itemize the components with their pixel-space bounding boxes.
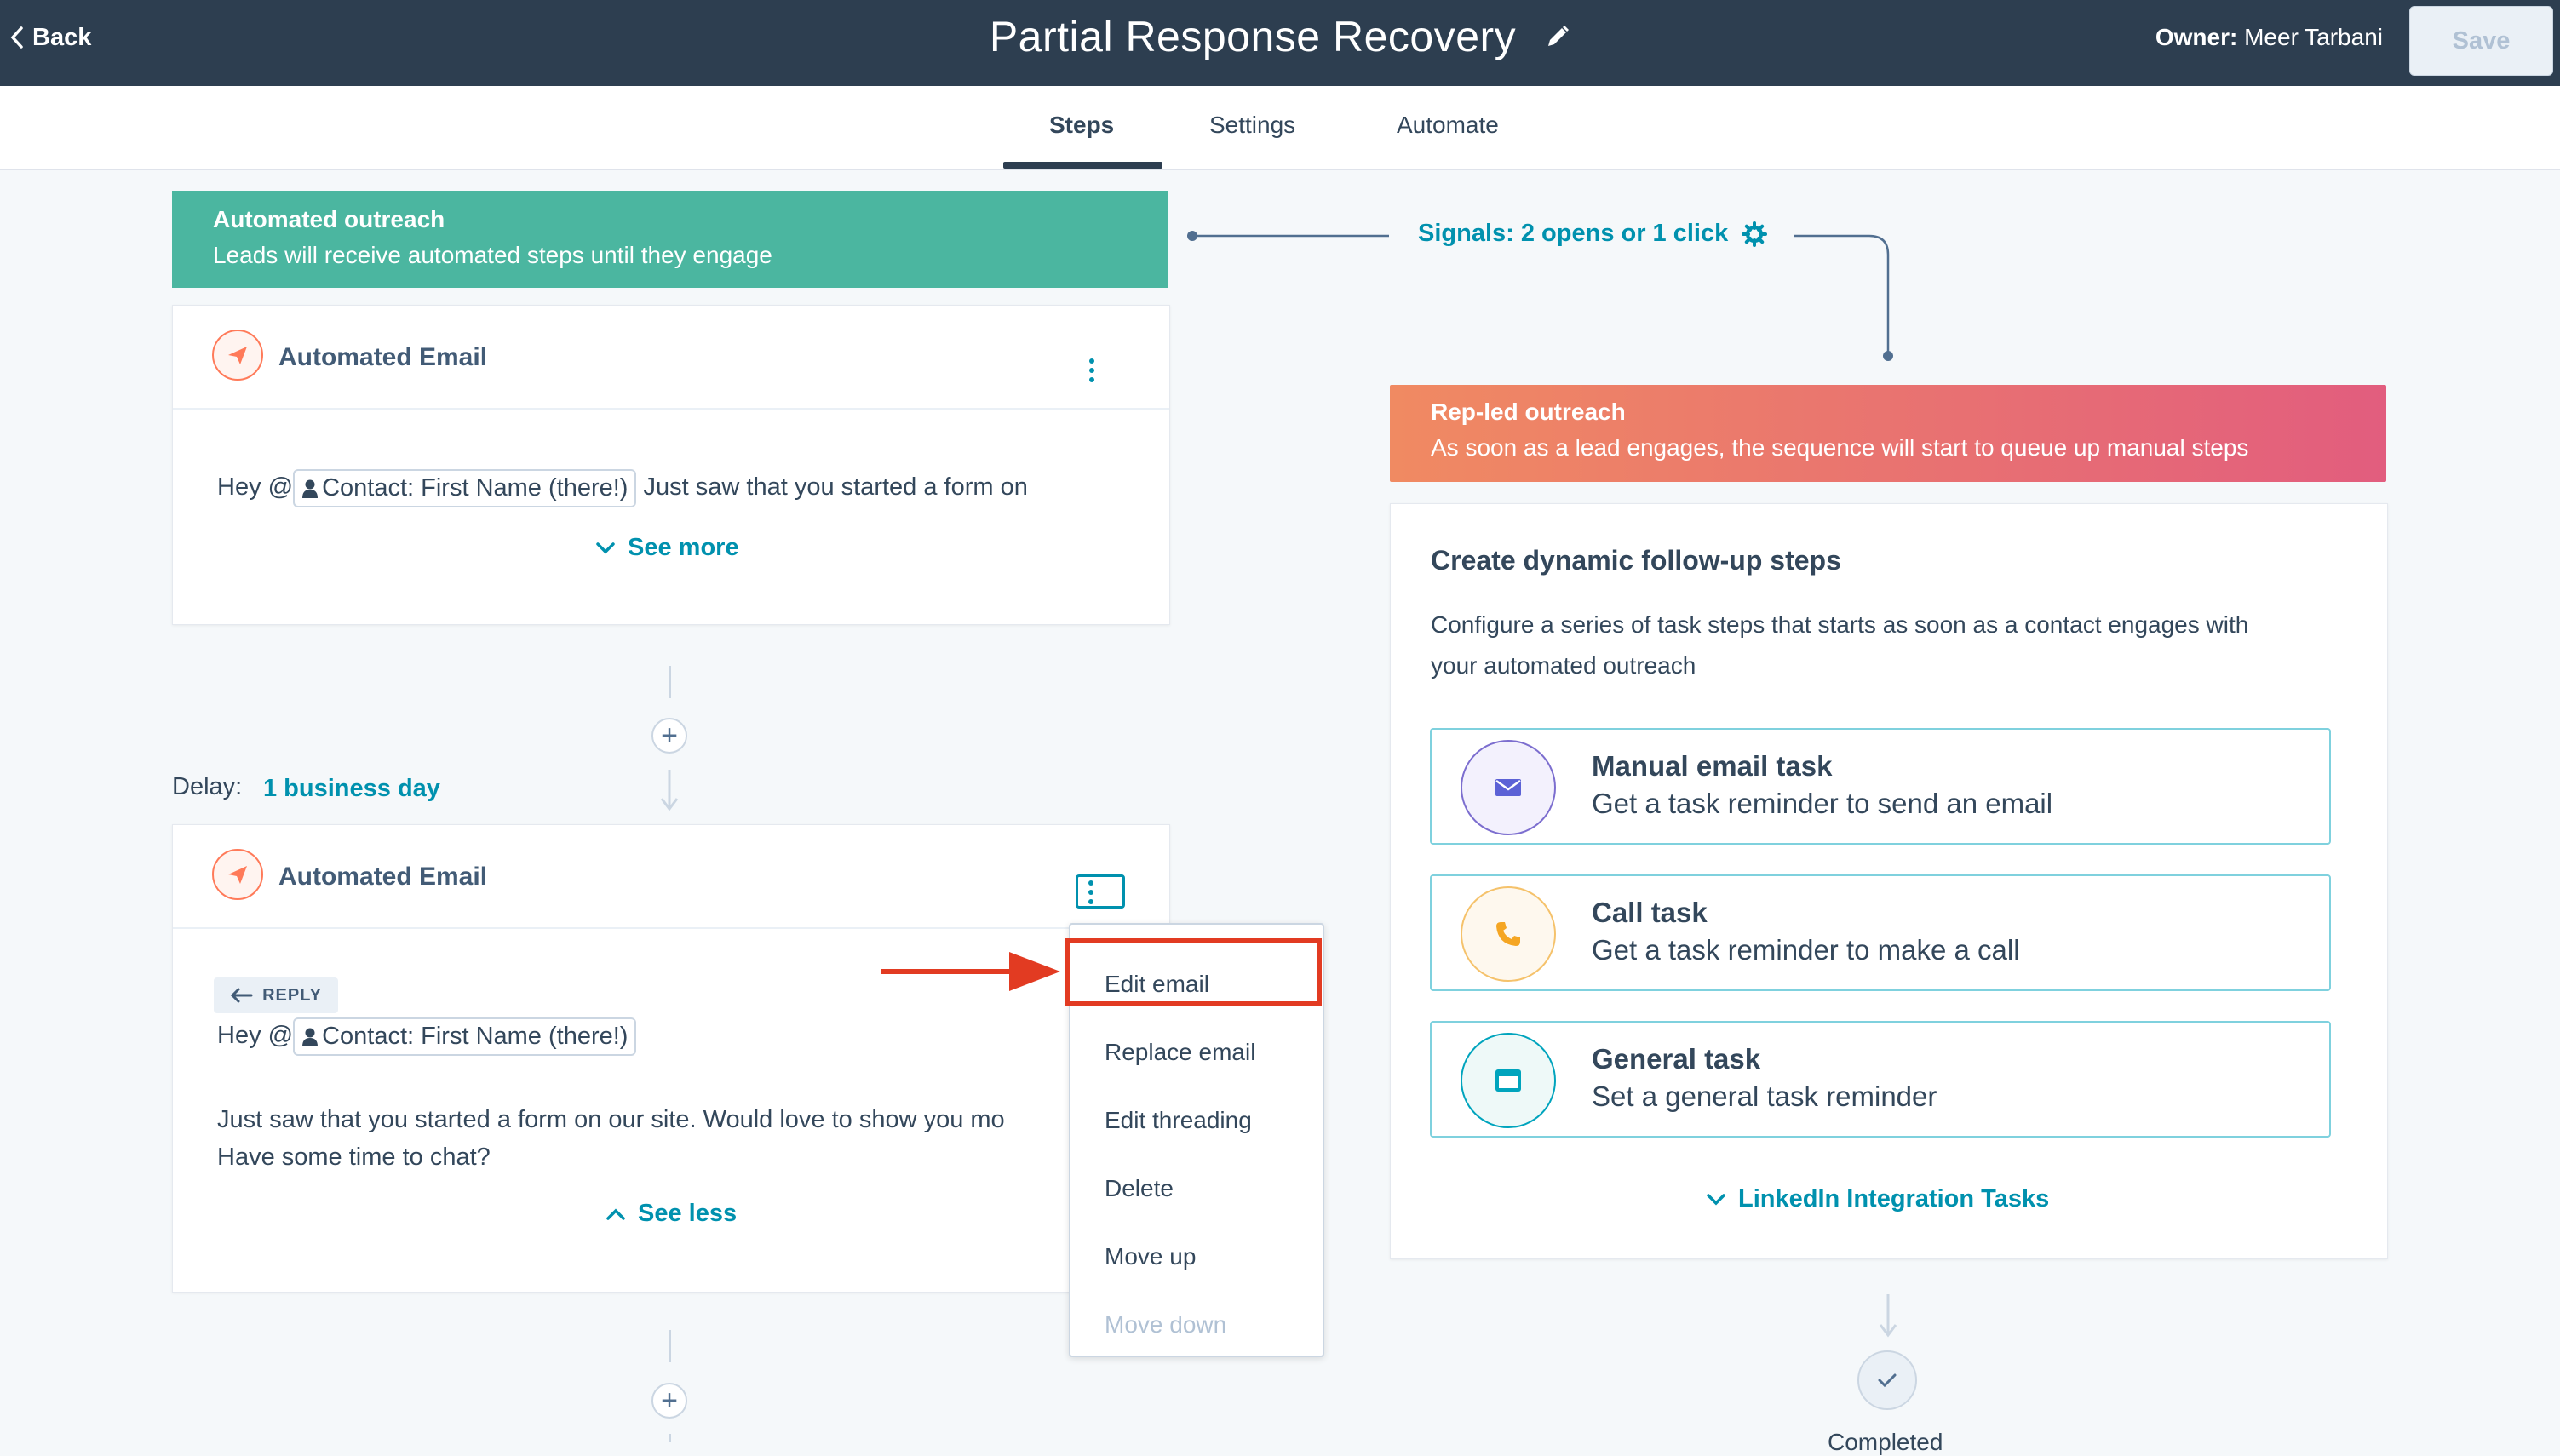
step-title: Automated Email [278,343,488,371]
token-label: Contact: First Name (there!) [322,474,629,502]
save-button[interactable]: Save [2409,6,2553,76]
signals-link[interactable]: Signals: 2 opens or 1 click [1418,220,1768,248]
email-preview: Hey @ Contact: First Name (there!) Just s… [217,469,1028,507]
email-body-line-2: Have some time to chat? [217,1144,491,1171]
dynamic-panel-desc-1: Configure a series of task steps that st… [1431,611,2249,638]
chevron-up-icon [606,1208,625,1220]
paper-plane-icon [212,849,263,900]
option-call-task[interactable]: Call task Get a task reminder to make a … [1430,874,2331,991]
annotation-arrow-icon [881,952,1060,991]
add-step-button[interactable]: + [651,1383,687,1419]
step-card-header: Automated Email [173,306,1169,410]
tab-bar: Steps Settings Automate [0,86,2560,170]
option-title: General task [1592,1043,1761,1075]
step-card-2[interactable]: Automated Email REPLY Hey @ Contact: Firs… [172,824,1170,1293]
add-step-button[interactable]: + [651,718,687,754]
person-icon [302,479,319,498]
menu-item-move-up[interactable]: Move up [1105,1243,1196,1270]
menu-item-move-down: Move down [1105,1311,1227,1338]
automated-banner-subtitle: Leads will receive automated steps until… [213,242,772,268]
person-icon [302,1028,319,1046]
delay-value-link[interactable]: 1 business day [263,775,440,803]
option-title: Manual email task [1592,750,1833,782]
gear-icon [1742,221,1768,247]
phone-icon [1461,886,1556,982]
email-greeting: Hey @ Contact: First Name (there!) [217,1017,637,1056]
see-more-link[interactable]: See more [595,534,739,562]
option-desc: Get a task reminder to send an email [1592,788,2053,819]
preview-text: Just saw that you started a form on [643,473,1028,502]
dynamic-panel-title: Create dynamic follow-up steps [1431,545,1841,576]
greeting-text: Hey @ [217,1022,294,1050]
chevron-down-icon [1707,1193,1725,1205]
kebab-icon [1088,880,1093,904]
paper-plane-icon [212,330,263,381]
arrow-down-icon [1879,1294,1897,1338]
owner-info: Owner: Meer Tarbani [2155,24,2383,51]
completed-check-icon [1857,1350,1917,1410]
see-less-link[interactable]: See less [606,1200,737,1228]
step-menu-button[interactable] [1089,358,1094,382]
tab-settings[interactable]: Settings [1209,112,1295,139]
personalization-token: Contact: First Name (there!) [293,1017,637,1056]
linkedin-tasks-link[interactable]: LinkedIn Integration Tasks [1706,1185,2049,1213]
connector-line [669,1434,671,1442]
dynamic-panel-desc-2: your automated outreach [1431,652,1696,679]
see-more-label: See more [628,534,739,561]
chevron-down-icon [596,542,615,553]
email-body-line-1: Just saw that you started a form on our … [217,1106,1005,1133]
greeting-text: Hey @ [217,473,294,502]
edit-email-highlight [1065,938,1322,1006]
step-card-header: Automated Email [173,825,1169,929]
sequence-title-text: Partial Response Recovery [989,13,1517,60]
reply-badge: REPLY [214,977,338,1013]
top-header: Back Partial Response Recovery Owner: Me… [0,0,2560,86]
personalization-token: Contact: First Name (there!) [293,469,637,507]
active-tab-indicator [1003,162,1162,169]
menu-item-edit-threading[interactable]: Edit threading [1105,1107,1252,1134]
pencil-icon[interactable] [1545,24,1570,49]
connector-line [669,1330,671,1362]
rep-led-outreach-banner: Rep-led outreach As soon as a lead engag… [1390,385,2386,482]
option-title: Call task [1592,897,1708,928]
task-icon [1461,1033,1556,1128]
arrow-down-icon [660,770,679,811]
completed-label: Completed [1828,1429,1943,1455]
step-title: Automated Email [278,863,488,891]
signals-label: Signals: 2 opens or 1 click [1418,220,1729,247]
option-general-task[interactable]: General task Set a general task reminder [1430,1021,2331,1138]
tab-steps[interactable]: Steps [1049,112,1114,139]
envelope-icon [1461,740,1556,835]
tab-automate[interactable]: Automate [1397,112,1499,139]
delay-label: Delay: [172,773,243,800]
option-desc: Get a task reminder to make a call [1592,934,2020,966]
automated-outreach-banner: Automated outreach Leads will receive au… [172,191,1168,288]
owner-name: Meer Tarbani [2244,24,2383,50]
option-desc: Set a general task reminder [1592,1081,1937,1112]
owner-label: Owner: [2155,24,2238,50]
automated-banner-title: Automated outreach [213,206,445,232]
rep-banner-title: Rep-led outreach [1431,398,1626,425]
menu-item-delete[interactable]: Delete [1105,1175,1174,1202]
connector-line [669,666,671,698]
token-label: Contact: First Name (there!) [322,1023,629,1050]
reply-badge-label: REPLY [262,985,322,1005]
menu-item-replace-email[interactable]: Replace email [1105,1039,1255,1066]
step-card-1[interactable]: Automated Email Hey @ Contact: First Name… [172,305,1170,625]
option-manual-email-task[interactable]: Manual email task Get a task reminder to… [1430,728,2331,845]
reply-arrow-icon [230,988,253,1003]
linkedin-tasks-label: LinkedIn Integration Tasks [1738,1185,2050,1212]
step-menu-button-active[interactable] [1076,874,1125,909]
see-less-label: See less [638,1200,738,1227]
rep-banner-subtitle: As soon as a lead engages, the sequence … [1431,434,2249,461]
